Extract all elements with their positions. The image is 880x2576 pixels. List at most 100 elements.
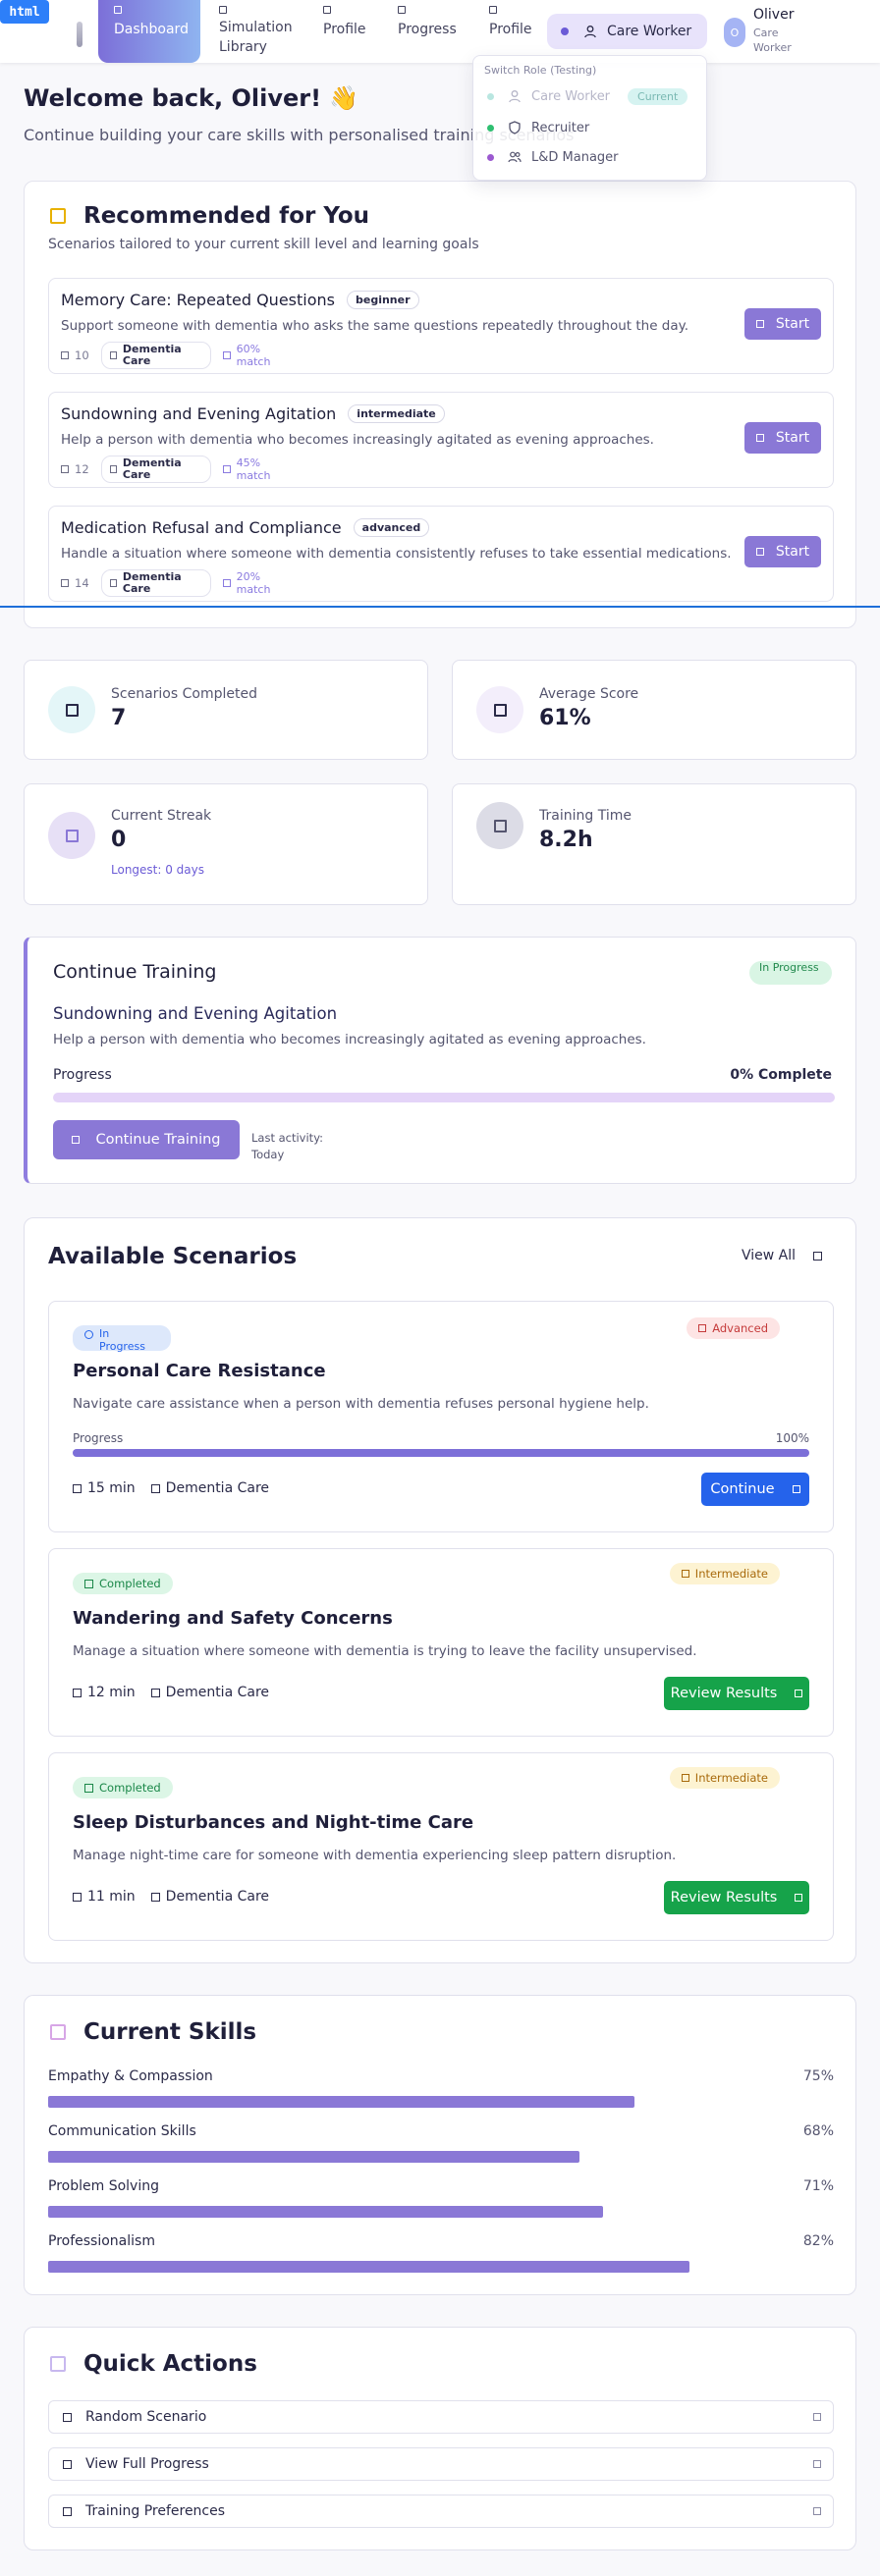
chevron-right-icon — [813, 2413, 821, 2421]
check-icon — [84, 1579, 93, 1588]
progress-bar-fill — [73, 1449, 809, 1457]
level-badge: advanced — [353, 518, 430, 537]
lightning-icon — [50, 2356, 66, 2372]
start-button[interactable]: Start — [744, 422, 821, 454]
skill-bar — [48, 2151, 579, 2163]
difficulty-label: Intermediate — [694, 1771, 768, 1785]
app-logo — [77, 22, 82, 47]
role-option-label: L&D Manager — [531, 149, 619, 165]
status-badge: Completed — [73, 1777, 173, 1798]
role-color-dot — [487, 153, 494, 161]
category-tag: Dementia Care — [100, 456, 211, 483]
nav-profile-secondary[interactable]: Profile — [489, 0, 532, 63]
scenario-card[interactable]: Completed Intermediate Wandering and Saf… — [48, 1548, 834, 1737]
clock-icon — [73, 1892, 82, 1902]
step-count: 14 — [75, 576, 89, 590]
quick-actions-title: Quick Actions — [83, 2351, 257, 2377]
continue-scenario-title: Sundowning and Evening Agitation — [53, 1004, 338, 1023]
dashboard-icon — [114, 6, 122, 14]
quick-action-label: View Full Progress — [85, 2456, 209, 2472]
stat-value: 61% — [539, 706, 591, 730]
scenario-description: Manage a situation where someone with de… — [73, 1643, 697, 1659]
eye-icon — [795, 1894, 803, 1902]
review-results-button-label: Review Results — [670, 1890, 778, 1905]
recommended-item-meta: 10 Dementia Care 60% match — [61, 342, 276, 369]
quick-action-random-scenario[interactable]: Random Scenario — [48, 2400, 834, 2434]
tag-icon — [109, 579, 117, 587]
nav-dashboard[interactable]: Dashboard — [98, 0, 200, 63]
recommended-item[interactable]: Sundowning and Evening Agitation intermed… — [48, 392, 834, 488]
skill-percentage: 71% — [802, 2178, 834, 2194]
role-menu-heading: Switch Role (Testing) — [484, 64, 597, 77]
skill-percentage: 82% — [802, 2233, 834, 2249]
status-label: Completed — [99, 1781, 161, 1795]
role-option-care-worker[interactable]: Care Worker Current — [473, 81, 708, 111]
scenario-card[interactable]: Completed Intermediate Sleep Disturbance… — [48, 1752, 834, 1941]
play-icon — [755, 320, 764, 328]
avatar[interactable]: O — [724, 18, 745, 47]
role-color-dot — [487, 124, 494, 132]
nav-profile-secondary-label: Profile — [489, 22, 532, 37]
quick-action-training-preferences[interactable]: Training Preferences — [48, 2495, 834, 2528]
progress-bar — [53, 1093, 835, 1102]
steps-icon — [61, 465, 69, 473]
difficulty-icon — [698, 1324, 707, 1332]
user-role: Care Worker — [753, 27, 792, 54]
progress-percentage: 100% — [775, 1431, 809, 1445]
recommended-title: Recommended for You — [83, 203, 370, 229]
match-score: 45% match — [222, 456, 276, 482]
recommended-item[interactable]: Medication Refusal and Compliance advance… — [48, 506, 834, 602]
continue-training-button-label: Continue Training — [95, 1132, 221, 1148]
chevron-right-icon — [813, 2460, 821, 2468]
nav-profile[interactable]: Profile — [323, 0, 366, 63]
top-navigation: Dashboard Simulation Library Profile Pro… — [0, 0, 880, 63]
play-icon — [755, 548, 764, 556]
status-badge: In Progress — [749, 961, 832, 985]
progress-bar — [73, 1449, 809, 1457]
review-results-button[interactable]: Review Results — [664, 1881, 809, 1914]
chart-icon — [63, 2459, 72, 2469]
role-option-label: Recruiter — [531, 120, 590, 135]
view-all-link[interactable]: View All — [742, 1248, 822, 1263]
users-icon — [508, 151, 522, 163]
stat-value: 8.2h — [539, 828, 593, 852]
recommended-item[interactable]: Memory Care: Repeated Questions beginner … — [48, 278, 834, 374]
step-count: 10 — [75, 349, 89, 362]
current-skills-section: Current Skills Empathy & Compassion 75% … — [24, 1995, 856, 2295]
selection-guide-line — [0, 606, 880, 608]
scenario-card[interactable]: In Progress Advanced Personal Care Resis… — [48, 1301, 834, 1532]
quick-action-label: Random Scenario — [85, 2409, 207, 2425]
completed-icon — [48, 686, 95, 733]
role-option-ld-manager[interactable]: L&D Manager — [473, 142, 708, 172]
scenario-category: Dementia Care — [165, 1480, 270, 1496]
play-icon — [755, 434, 764, 442]
start-button-label: Start — [775, 544, 810, 560]
shield-icon — [509, 121, 521, 134]
stat-label: Training Time — [539, 808, 632, 824]
progress-label: Progress — [73, 1431, 124, 1445]
status-badge: Completed — [73, 1573, 173, 1594]
difficulty-label: Advanced — [712, 1321, 768, 1335]
score-icon — [476, 686, 523, 733]
nav-dashboard-label: Dashboard — [114, 22, 189, 37]
role-option-recruiter[interactable]: Recruiter — [473, 113, 708, 142]
review-results-button[interactable]: Review Results — [664, 1677, 809, 1710]
nav-simulation-library[interactable]: Simulation Library — [219, 0, 298, 63]
clock-icon — [476, 802, 523, 849]
difficulty-badge: Intermediate — [669, 1767, 780, 1789]
current-role-badge: Current — [628, 87, 688, 105]
status-badge: In Progress — [73, 1325, 171, 1353]
role-switcher-button[interactable]: Care Worker — [547, 14, 707, 49]
continue-button[interactable]: Continue — [701, 1473, 809, 1506]
start-button[interactable]: Start — [744, 536, 821, 567]
difficulty-icon — [681, 1774, 689, 1782]
continue-training-button[interactable]: Continue Training — [53, 1120, 240, 1159]
quick-action-view-full-progress[interactable]: View Full Progress — [48, 2447, 834, 2481]
start-button[interactable]: Start — [744, 308, 821, 340]
page-title: Welcome back, Oliver! 👋 — [24, 84, 359, 112]
start-button-label: Start — [775, 430, 810, 446]
nav-progress[interactable]: Progress — [398, 0, 457, 63]
stat-extra: Longest: 0 days — [111, 863, 205, 877]
review-results-button-label: Review Results — [670, 1686, 778, 1701]
recommended-item-title: Memory Care: Repeated Questions — [61, 291, 335, 309]
